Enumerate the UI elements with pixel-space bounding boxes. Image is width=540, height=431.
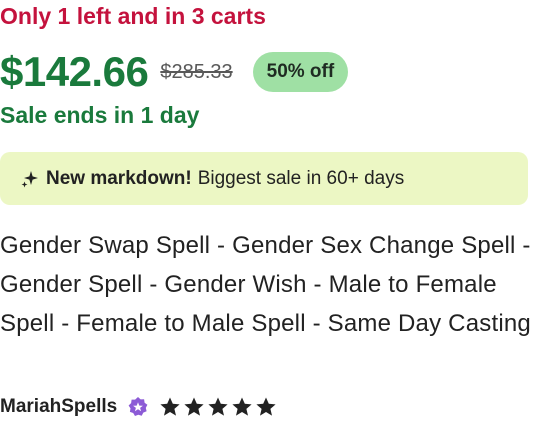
star-rating (159, 396, 277, 418)
star-icon (159, 396, 181, 418)
listing-purchase-panel: Only 1 left and in 3 carts $142.66 $285.… (0, 0, 540, 431)
star-seller-icon (127, 396, 149, 418)
markdown-detail: Biggest sale in 60+ days (197, 167, 405, 189)
markdown-headline: New markdown! (46, 167, 192, 189)
markdown-banner: New markdown! Biggest sale in 60+ days (0, 152, 528, 205)
price-row: $142.66 $285.33 50% off (0, 48, 349, 96)
sale-ends-text: Sale ends in 1 day (0, 102, 200, 128)
current-price: $142.66 (0, 48, 149, 95)
seller-name-link[interactable]: MariahSpells (0, 396, 117, 418)
seller-row: MariahSpells (0, 396, 277, 418)
star-icon (183, 396, 205, 418)
star-icon (255, 396, 277, 418)
original-price: $285.33 (160, 60, 233, 83)
stock-notice: Only 1 left and in 3 carts (0, 3, 266, 29)
discount-badge: 50% off (252, 52, 349, 92)
listing-title: Gender Swap Spell - Gender Sex Change Sp… (0, 232, 531, 337)
star-icon (231, 396, 253, 418)
sparkle-icon (20, 169, 40, 189)
star-icon (207, 396, 229, 418)
